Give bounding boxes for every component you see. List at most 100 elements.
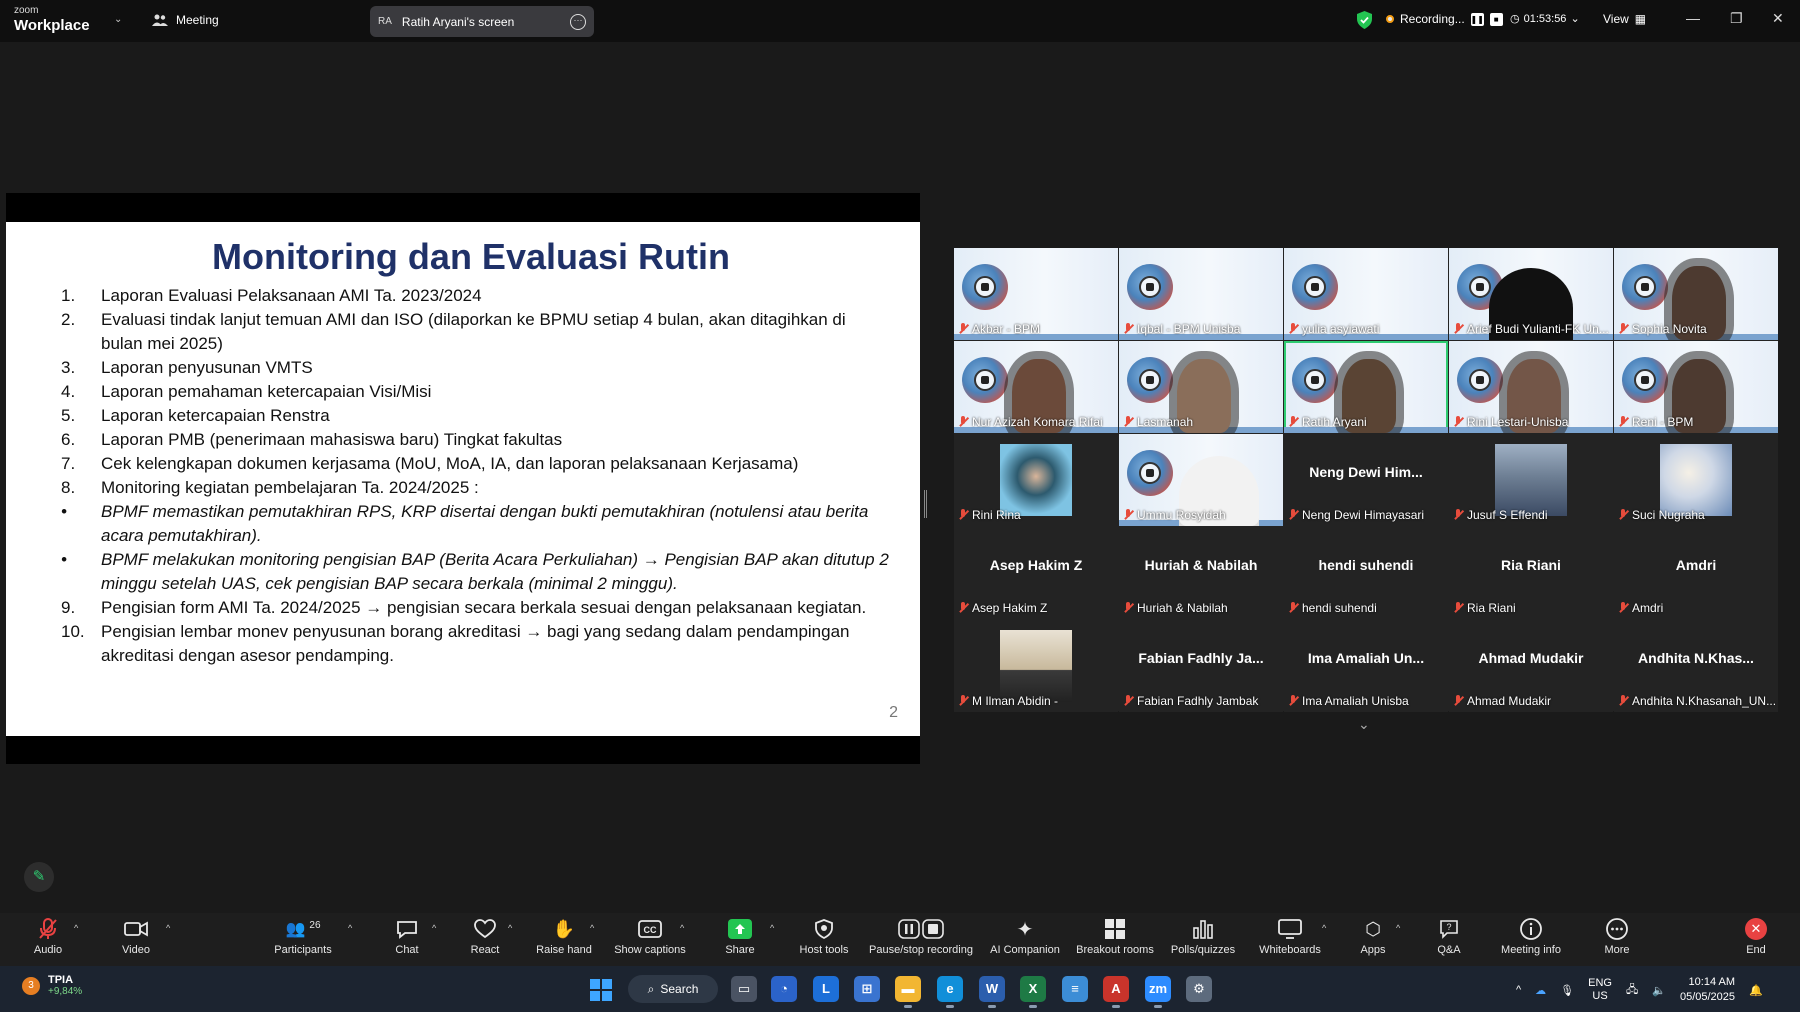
participant-tile[interactable]: Ratih Aryani xyxy=(1284,341,1448,433)
whiteboards-button[interactable]: Whiteboards xyxy=(1256,917,1324,956)
ai-companion-button[interactable]: ✦ AI Companion xyxy=(988,917,1062,957)
store-icon[interactable]: ⊞ xyxy=(854,976,880,1002)
polls-quizzes-button[interactable]: Polls/quizzes xyxy=(1166,917,1240,956)
participant-tile[interactable]: Ria Riani Ria Riani xyxy=(1449,527,1613,619)
raise-hand-button[interactable]: ✋ Raise hand xyxy=(536,917,592,957)
tray-expand-icon[interactable]: ^ xyxy=(1516,984,1521,996)
meeting-info-button[interactable]: Meeting info xyxy=(1498,917,1564,956)
participant-tile[interactable]: Iqbal - BPM Unisba xyxy=(1119,248,1283,340)
participant-tile[interactable]: Rini Lestari-Unisba xyxy=(1449,341,1613,433)
participants-caret-icon[interactable]: ^ xyxy=(348,923,352,933)
copilot-icon[interactable]: ◔ xyxy=(771,976,797,1002)
language-indicator[interactable]: ENG US xyxy=(1588,977,1612,1003)
shared-screen-pill[interactable]: RA Ratih Aryani's screen ··· xyxy=(370,6,594,37)
participants-button[interactable]: 👥 26 Participants xyxy=(270,917,336,957)
video-caret-icon[interactable]: ^ xyxy=(166,923,170,933)
resize-splitter[interactable] xyxy=(924,490,927,518)
windows-start-icon[interactable] xyxy=(590,979,612,1001)
chat-caret-icon[interactable]: ^ xyxy=(432,923,436,933)
view-button[interactable]: View ▦ xyxy=(1603,12,1646,26)
participant-tile[interactable]: Jusuf S Effendi xyxy=(1449,434,1613,526)
mic-muted-icon xyxy=(1453,695,1463,707)
participant-tile[interactable]: Amdri Amdri xyxy=(1614,527,1778,619)
recording-indicator[interactable]: Recording... ❚❚ ■ xyxy=(1386,12,1503,26)
audio-caret-icon[interactable]: ^ xyxy=(74,923,78,933)
participant-tile[interactable]: M Ilman Abidin - xyxy=(954,620,1118,712)
participant-tile[interactable]: Sophia Novita xyxy=(1614,248,1778,340)
react-button[interactable]: React xyxy=(470,917,500,956)
slide-item-text: BPMF melakukan monitoring pengisian BAP … xyxy=(101,550,889,593)
close-icon[interactable]: ✕ xyxy=(1772,10,1784,27)
stop-recording-icon[interactable]: ■ xyxy=(1489,12,1503,26)
l-app-icon[interactable]: L xyxy=(813,976,839,1002)
participant-tile[interactable]: Asep Hakim Z Asep Hakim Z xyxy=(954,527,1118,619)
chevron-down-icon[interactable]: ⌄ xyxy=(114,14,122,25)
participant-tile[interactable]: yulia asyiawati xyxy=(1284,248,1448,340)
chat-button[interactable]: Chat xyxy=(392,917,422,956)
task-view-icon[interactable]: ▭ xyxy=(731,976,757,1002)
audio-button[interactable]: Audio xyxy=(28,917,68,956)
participant-tile[interactable]: hendi suhendi hendi suhendi xyxy=(1284,527,1448,619)
meeting-timer[interactable]: ◷ 01:53:56 ⌄ xyxy=(1510,12,1580,26)
participant-name: Rini Lestari-Unisba xyxy=(1467,415,1569,429)
apps-caret-icon[interactable]: ^ xyxy=(1396,923,1400,933)
volume-icon[interactable]: 🔈 xyxy=(1652,984,1666,997)
microphone-icon[interactable]: 🎙 xyxy=(1560,984,1574,997)
participant-tile[interactable]: Nur Azizah Komara Rifai xyxy=(954,341,1118,433)
meeting-menu[interactable]: Meeting xyxy=(152,13,219,27)
participant-tile[interactable]: Fabian Fadhly Ja... Fabian Fadhly Jambak xyxy=(1119,620,1283,712)
onedrive-icon[interactable]: ☁ xyxy=(1535,984,1546,997)
taskbar-clock[interactable]: 10:14 AM 05/05/2025 xyxy=(1680,975,1735,1005)
participant-tile[interactable]: Huriah & Nabilah Huriah & Nabilah xyxy=(1119,527,1283,619)
video-button[interactable]: Video xyxy=(116,917,156,956)
encryption-shield-icon[interactable] xyxy=(1357,11,1372,29)
show-captions-button[interactable]: CC Show captions xyxy=(612,917,688,956)
chevron-down-icon[interactable]: ⌄ xyxy=(1358,716,1370,733)
annotate-pen-icon[interactable]: ✎ xyxy=(24,862,54,892)
clock-date: 05/05/2025 xyxy=(1679,991,1736,1003)
participant-tile[interactable]: Lasmanah xyxy=(1119,341,1283,433)
more-options-icon[interactable]: ··· xyxy=(570,13,586,30)
acrobat-icon[interactable]: A xyxy=(1103,976,1129,1008)
word-icon[interactable]: W xyxy=(979,976,1005,1008)
taskbar-search[interactable]: ⌕ Search xyxy=(628,975,718,1003)
pause-recording-icon[interactable]: ❚❚ xyxy=(1471,12,1484,26)
participant-tile[interactable]: Rini Rina xyxy=(954,434,1118,526)
qa-button[interactable]: ? Q&A xyxy=(1434,917,1464,956)
more-button[interactable]: More xyxy=(1600,917,1634,956)
participant-tile[interactable]: Neng Dewi Him... Neng Dewi Himayasari xyxy=(1284,434,1448,526)
apps-button[interactable]: ⬡ Apps xyxy=(1358,917,1388,957)
share-caret-icon[interactable]: ^ xyxy=(770,923,774,933)
excel-icon[interactable]: X xyxy=(1020,976,1046,1008)
stock-widget[interactable]: 3 TPIA +9,84% xyxy=(22,974,82,997)
restore-icon[interactable]: ❐ xyxy=(1730,10,1743,27)
breakout-rooms-button[interactable]: Breakout rooms xyxy=(1074,917,1156,956)
zoom-taskbar-icon[interactable]: zm xyxy=(1145,976,1171,1008)
participant-tile[interactable]: Ummu Rosyidah xyxy=(1119,434,1283,526)
notepad-icon[interactable]: ≡ xyxy=(1062,976,1088,1002)
raise-hand-caret-icon[interactable]: ^ xyxy=(590,923,594,933)
participant-tile[interactable]: Akbar - BPM xyxy=(954,248,1118,340)
participant-tile[interactable]: Andhita N.Khas... Andhita N.Khasanah_UN..… xyxy=(1614,620,1778,712)
participant-tile[interactable]: Ima Amaliah Un... Ima Amaliah Unisba xyxy=(1284,620,1448,712)
pause-stop-recording-button[interactable]: Pause/stop recording xyxy=(866,917,976,956)
end-button[interactable]: ✕ End xyxy=(1744,917,1768,956)
participant-tile[interactable]: Arief Budi Yulianti-FK Un... xyxy=(1449,248,1613,340)
file-explorer-icon[interactable]: ▬ xyxy=(895,976,921,1008)
participant-tile[interactable]: Ahmad Mudakir Ahmad Mudakir xyxy=(1449,620,1613,712)
participant-tile[interactable]: Reni - BPM xyxy=(1614,341,1778,433)
network-icon[interactable]: 🖧 xyxy=(1626,981,1638,1000)
zoom-logo[interactable]: zoom Workplace xyxy=(14,6,90,34)
edge-icon[interactable]: e xyxy=(937,976,963,1008)
share-button[interactable]: Share xyxy=(724,917,756,956)
react-caret-icon[interactable]: ^ xyxy=(508,923,512,933)
mic-muted-icon xyxy=(958,509,968,521)
host-tools-button[interactable]: Host tools xyxy=(796,917,852,956)
captions-caret-icon[interactable]: ^ xyxy=(680,923,684,933)
mic-muted-icon xyxy=(1288,695,1298,707)
notification-bell-icon[interactable]: 🔔 xyxy=(1749,984,1763,997)
minimize-icon[interactable]: — xyxy=(1686,10,1700,26)
whiteboards-caret-icon[interactable]: ^ xyxy=(1322,923,1326,933)
settings-gear-icon[interactable]: ⚙ xyxy=(1186,976,1212,1002)
participant-tile[interactable]: Suci Nugraha xyxy=(1614,434,1778,526)
